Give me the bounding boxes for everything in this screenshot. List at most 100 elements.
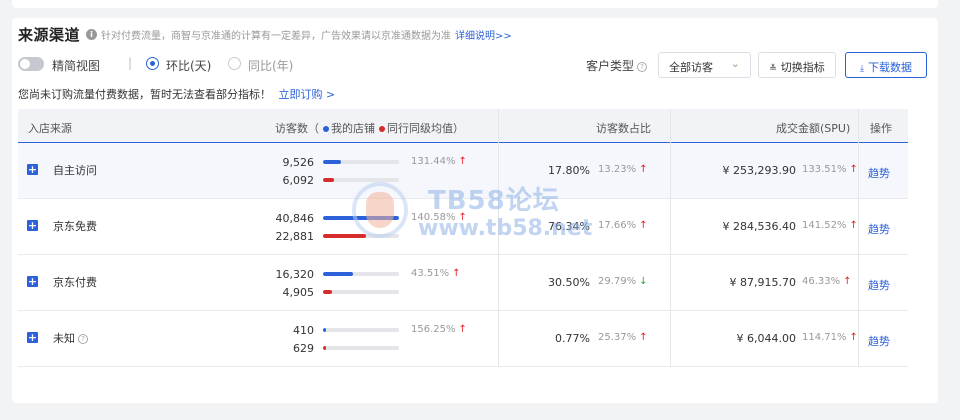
- my-visitors-bar-fill: [323, 272, 353, 276]
- previous-card-edge: [12, 0, 938, 8]
- control-separator: |: [128, 56, 133, 70]
- source-table: 入店来源 访客数（ 我的店铺 同行同级均值） 访客数占比 成交金额(SPU) 操作 …: [18, 109, 908, 367]
- peer-legend-dot: [379, 126, 385, 132]
- control-row: 精简视图 | 环比(天) 同比(年) 客户类型? 全部访客 ⌄ ≚ 切换指标 ⤓ 下…: [18, 52, 927, 78]
- download-button[interactable]: ⤓ 下载数据: [845, 52, 927, 78]
- subscribe-link[interactable]: 立即订购 >: [279, 88, 336, 101]
- visitor-change: 43.51% ↑: [411, 268, 461, 279]
- amount-change: 46.33% ↑: [802, 276, 852, 287]
- peer-visitors-bar: [323, 346, 399, 350]
- peer-visitors-bar-fill: [323, 178, 334, 182]
- expand-icon[interactable]: +: [27, 276, 38, 287]
- trend-link[interactable]: 趋势: [868, 277, 890, 293]
- switch-metrics-button[interactable]: ≚ 切换指标: [758, 52, 836, 78]
- visitor-share: 30.50%: [548, 276, 590, 289]
- share-change: 13.23% ↑: [598, 164, 648, 175]
- arrow-up-icon: ↑: [639, 220, 648, 231]
- header-action: 操作: [870, 122, 892, 135]
- page-title: 来源渠道: [18, 26, 81, 44]
- amount-change: 114.71% ↑: [802, 332, 858, 343]
- expand-icon[interactable]: +: [27, 220, 38, 231]
- my-visitors: 40,846: [275, 212, 315, 225]
- peer-visitors: 629: [293, 342, 314, 355]
- my-visitors-bar-fill: [323, 328, 326, 332]
- table-row: + 自主访问 9,526 131.44% ↑ 6,092 17.80% 13.23% ↑ ¥ 25…: [18, 143, 908, 199]
- simple-view-label: 精简视图: [52, 59, 101, 73]
- arrow-up-icon: ↑: [849, 220, 858, 231]
- radio-mom-label[interactable]: 环比(天): [166, 57, 211, 74]
- source-name: 京东付费: [53, 276, 97, 289]
- arrow-up-icon: ↑: [639, 164, 648, 175]
- my-visitors: 9,526: [282, 156, 315, 169]
- peer-visitors-bar: [323, 178, 399, 182]
- detail-link[interactable]: 详细说明>>: [455, 27, 512, 42]
- visitor-change: 140.58% ↑: [411, 212, 467, 223]
- subscribe-notice: 您尚未订购流量付费数据，暂时无法查看部分指标！ 立即订购 >: [18, 86, 335, 102]
- visitor-change: 131.44% ↑: [411, 156, 467, 167]
- table-header: 入店来源 访客数（ 我的店铺 同行同级均值） 访客数占比 成交金额(SPU) 操作: [18, 109, 908, 143]
- radio-yoy-label[interactable]: 同比(年): [248, 57, 293, 74]
- trend-link[interactable]: 趋势: [868, 221, 890, 237]
- visitor-change: 156.25% ↑: [411, 324, 467, 335]
- arrow-up-icon: ↑: [849, 332, 858, 343]
- share-change: 29.79% ↓: [598, 276, 648, 287]
- header-source: 入店来源: [28, 122, 72, 135]
- expand-icon[interactable]: +: [27, 332, 38, 343]
- my-visitors-bar: [323, 328, 399, 332]
- customer-type-label: 客户类型?: [586, 57, 648, 74]
- peer-visitors-bar-fill: [323, 234, 366, 238]
- simple-view-toggle[interactable]: [18, 57, 44, 71]
- column-divider: [858, 109, 859, 367]
- header-amount: 成交金额(SPU): [776, 122, 851, 135]
- amount: ¥ 284,536.40: [722, 220, 796, 233]
- table-row: + 未知? 410 156.25% ↑ 629 0.77% 25.37% ↑ ¥ 6,044.00…: [18, 311, 908, 367]
- my-visitors: 16,320: [275, 268, 315, 281]
- amount-change: 141.52% ↑: [802, 220, 858, 231]
- header-visitors: 访客数（ 我的店铺 同行同级均值）: [275, 122, 464, 135]
- my-visitors: 410: [293, 324, 314, 337]
- visitor-share: 76.34%: [548, 220, 590, 233]
- customer-type-select[interactable]: 全部访客 ⌄: [658, 52, 751, 78]
- arrow-up-icon: ↑: [458, 324, 467, 335]
- arrow-up-icon: ↑: [639, 332, 648, 343]
- arrow-up-icon: ↑: [458, 156, 467, 167]
- trend-link[interactable]: 趋势: [868, 333, 890, 349]
- share-change: 17.66% ↑: [598, 220, 648, 231]
- download-icon: ⤓: [860, 64, 864, 74]
- column-divider: [498, 109, 499, 367]
- switch-metrics-label: 切换指标: [780, 61, 825, 74]
- arrow-down-icon: ↓: [639, 276, 648, 287]
- help-icon: ?: [78, 334, 88, 344]
- visitor-share: 17.80%: [548, 164, 590, 177]
- help-icon: ?: [637, 61, 648, 72]
- amount: ¥ 87,915.70: [729, 276, 796, 289]
- peer-visitors-bar: [323, 234, 399, 238]
- my-visitors-bar-fill: [323, 216, 399, 220]
- arrow-up-icon: ↑: [452, 268, 461, 279]
- amount: ¥ 6,044.00: [736, 332, 796, 345]
- my-visitors-bar: [323, 216, 399, 220]
- my-store-legend-dot: [323, 126, 329, 132]
- arrow-up-icon: ↑: [458, 212, 467, 223]
- source-name: 未知?: [53, 330, 88, 346]
- customer-type-value: 全部访客: [669, 61, 713, 74]
- notice-text: 您尚未订购流量付费数据，暂时无法查看部分指标！: [18, 88, 271, 101]
- download-label: 下载数据: [867, 61, 912, 74]
- radio-yoy[interactable]: [228, 57, 241, 70]
- my-visitors-bar-fill: [323, 160, 341, 164]
- arrow-up-icon: ↑: [849, 164, 858, 175]
- chevron-down-double-icon: ≚: [769, 64, 777, 74]
- visitor-share: 0.77%: [555, 332, 590, 345]
- expand-icon[interactable]: +: [27, 164, 38, 175]
- amount-change: 133.51% ↑: [802, 164, 858, 175]
- radio-mom[interactable]: [146, 57, 159, 70]
- arrow-up-icon: ↑: [843, 276, 852, 287]
- peer-visitors: 4,905: [282, 286, 315, 299]
- trend-link[interactable]: 趋势: [868, 165, 890, 181]
- table-body: + 自主访问 9,526 131.44% ↑ 6,092 17.80% 13.23% ↑ ¥ 25…: [18, 143, 908, 367]
- info-icon: i: [86, 29, 98, 40]
- peer-visitors: 6,092: [282, 174, 315, 187]
- header-visitor-share: 访客数占比: [596, 122, 651, 135]
- amount: ¥ 253,293.90: [722, 164, 796, 177]
- peer-visitors-bar-fill: [323, 290, 332, 294]
